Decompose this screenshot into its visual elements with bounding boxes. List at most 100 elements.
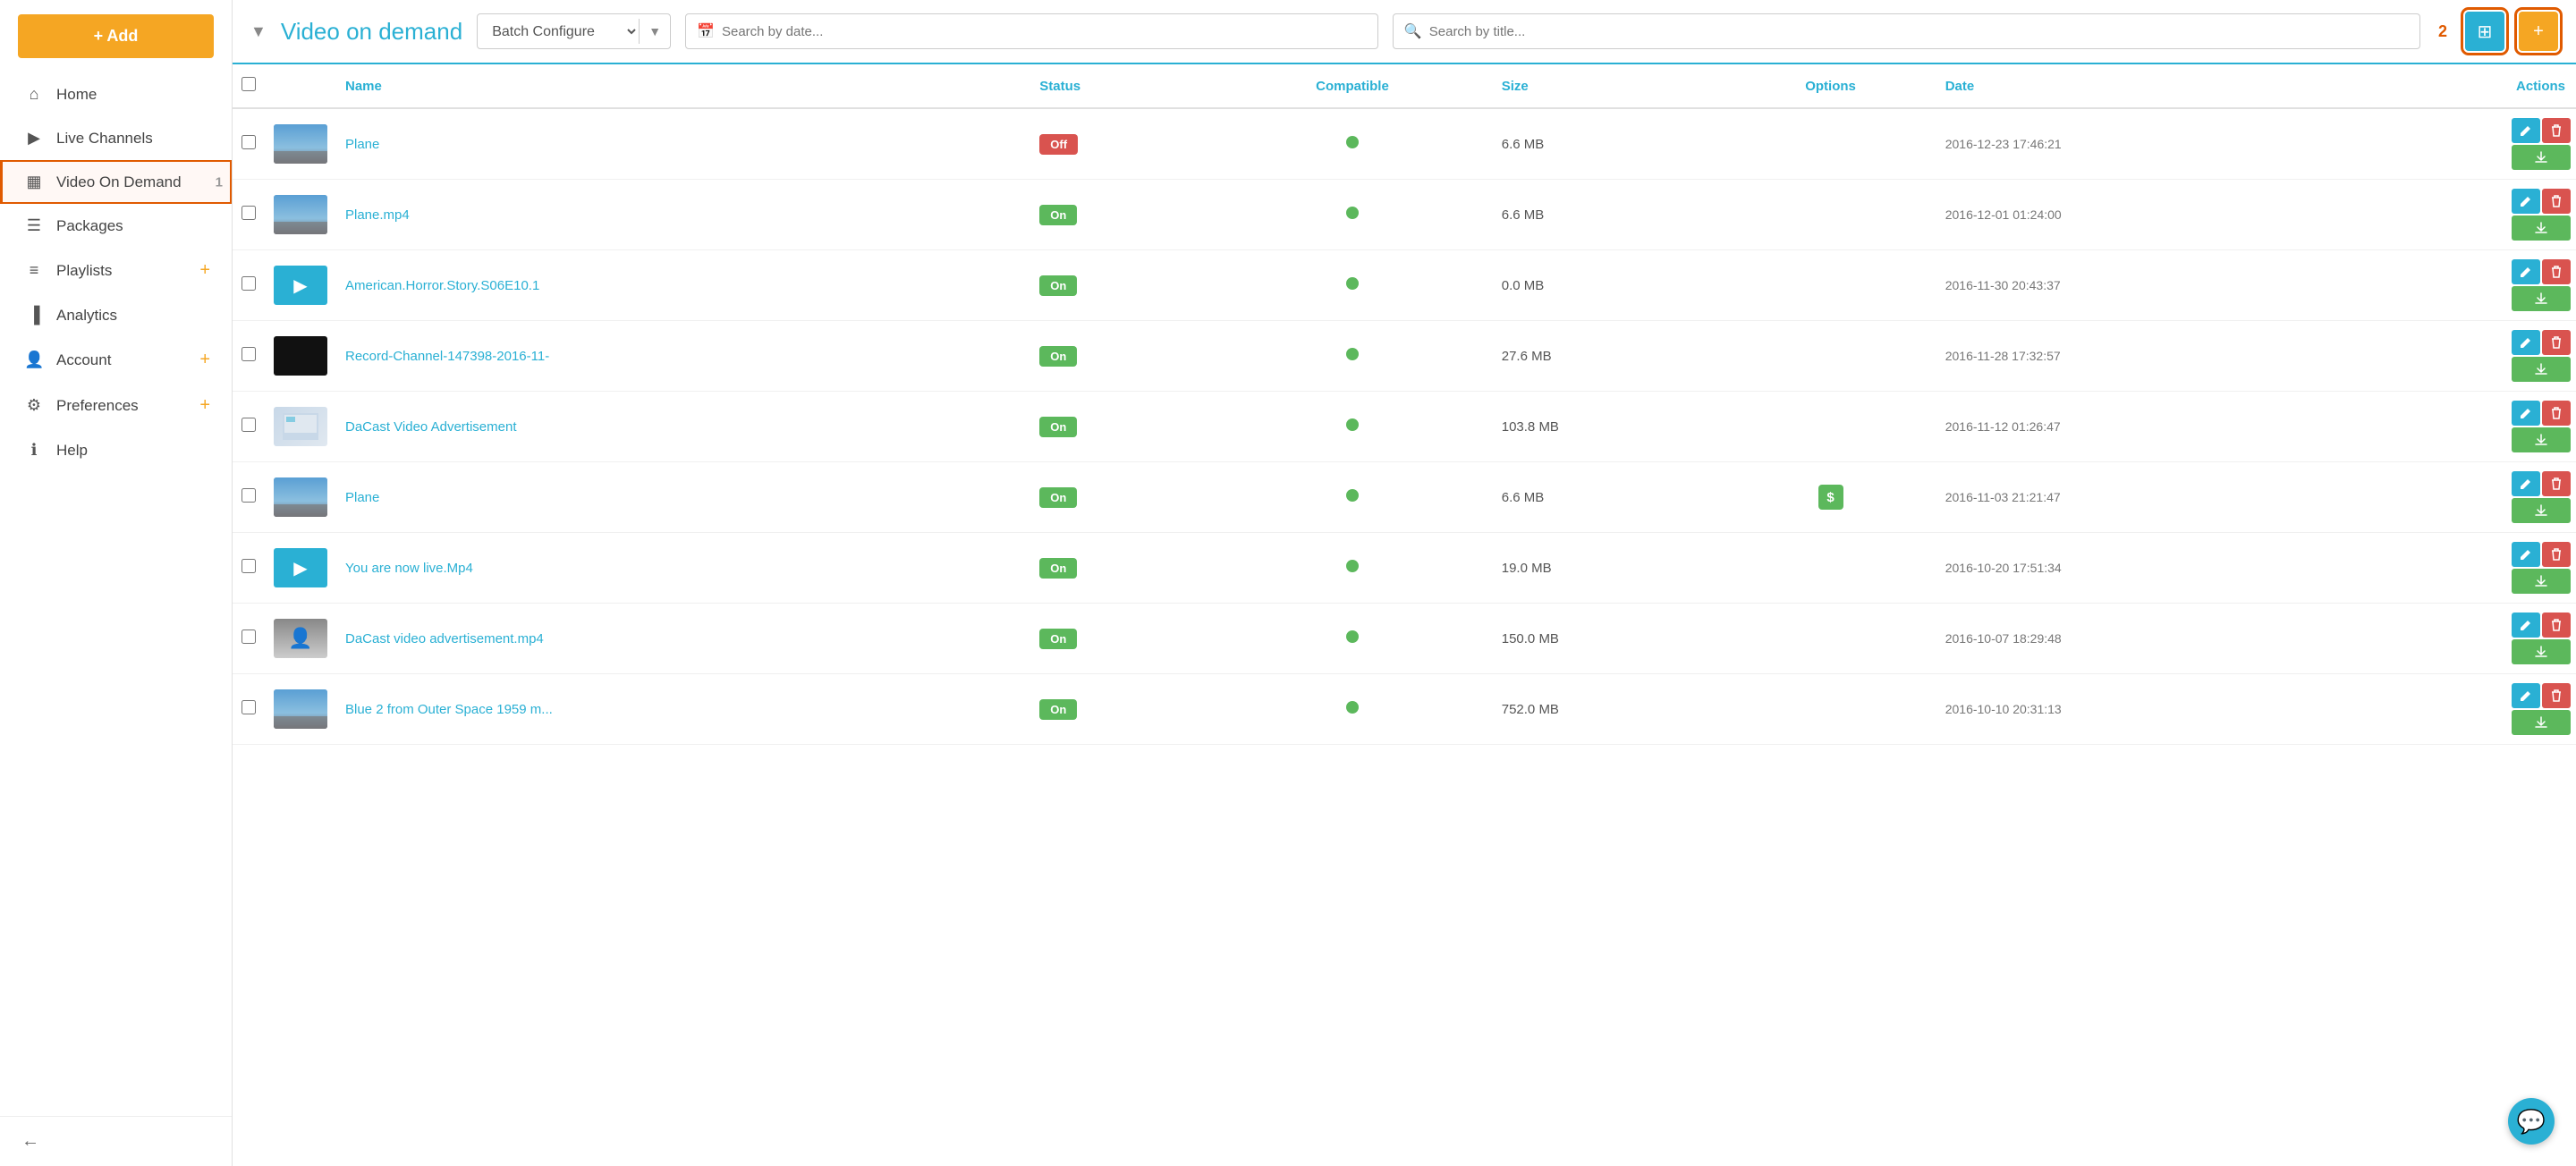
table-row: ▶American.Horror.Story.S06E10.1On0.0 MB2… xyxy=(233,250,2576,321)
row-checkbox[interactable] xyxy=(242,418,256,432)
row-checkbox[interactable] xyxy=(242,135,256,149)
title-search-input[interactable] xyxy=(1429,24,2409,39)
download-button[interactable] xyxy=(2512,498,2571,523)
select-all-checkbox[interactable] xyxy=(242,77,256,91)
col-status[interactable]: Status xyxy=(1030,64,1212,108)
upload-date: 2016-10-10 20:31:13 xyxy=(1936,674,2350,745)
title-search-wrap: 🔍 xyxy=(1393,13,2420,49)
grid-view-button[interactable]: ⊞ xyxy=(2465,12,2504,51)
batch-configure-wrapper: Batch Configure ▼ xyxy=(477,13,671,49)
compatible-indicator xyxy=(1346,701,1359,714)
delete-button[interactable] xyxy=(2542,118,2571,143)
delete-button[interactable] xyxy=(2542,613,2571,638)
edit-button[interactable] xyxy=(2512,330,2540,355)
col-name[interactable]: Name xyxy=(336,64,1030,108)
download-button[interactable] xyxy=(2512,639,2571,664)
video-name[interactable]: DaCast Video Advertisement xyxy=(345,419,517,435)
file-size: 6.6 MB xyxy=(1493,180,1725,250)
file-size: 150.0 MB xyxy=(1493,604,1725,674)
row-checkbox[interactable] xyxy=(242,206,256,220)
delete-button[interactable] xyxy=(2542,542,2571,567)
sidebar-item-home[interactable]: ⌂Home xyxy=(0,72,232,116)
add-video-button[interactable]: + xyxy=(2519,12,2558,51)
collapse-button[interactable]: ← xyxy=(21,1131,39,1152)
actions-cell xyxy=(2350,108,2576,180)
video-name[interactable]: Plane xyxy=(345,490,379,505)
video-name[interactable]: Blue 2 from Outer Space 1959 m... xyxy=(345,702,553,717)
sidebar-item-packages[interactable]: ☰Packages xyxy=(0,204,232,248)
row-checkbox[interactable] xyxy=(242,559,256,573)
video-name[interactable]: Record-Channel-147398-2016-11- xyxy=(345,349,549,364)
date-search-input[interactable] xyxy=(722,24,1367,39)
row-checkbox[interactable] xyxy=(242,276,256,291)
edit-button[interactable] xyxy=(2512,542,2540,567)
monetize-icon[interactable]: $ xyxy=(1818,485,1843,510)
delete-button[interactable] xyxy=(2542,683,2571,708)
batch-configure-select[interactable]: Batch Configure xyxy=(478,14,639,48)
playlists-expand-icon[interactable]: + xyxy=(199,260,210,281)
video-on-demand-label: Video On Demand xyxy=(56,173,210,191)
sidebar-item-help[interactable]: ℹHelp xyxy=(0,428,232,472)
sidebar-item-video-on-demand[interactable]: ▦Video On Demand1 xyxy=(0,160,232,204)
video-name[interactable]: You are now live.Mp4 xyxy=(345,561,473,576)
row-checkbox[interactable] xyxy=(242,347,256,361)
delete-button[interactable] xyxy=(2542,330,2571,355)
edit-button[interactable] xyxy=(2512,118,2540,143)
account-expand-icon[interactable]: + xyxy=(199,350,210,370)
sidebar-item-playlists[interactable]: ≡Playlists+ xyxy=(0,248,232,293)
download-button[interactable] xyxy=(2512,286,2571,311)
video-name[interactable]: Plane xyxy=(345,137,379,152)
download-button[interactable] xyxy=(2512,357,2571,382)
video-name[interactable]: DaCast video advertisement.mp4 xyxy=(345,631,544,646)
video-table-container: Name Status Compatible Size Options Date… xyxy=(233,64,2576,1166)
upload-date: 2016-11-03 21:21:47 xyxy=(1936,462,2350,533)
account-label: Account xyxy=(56,351,192,369)
compatible-indicator xyxy=(1346,560,1359,572)
home-icon: ⌂ xyxy=(24,85,44,104)
analytics-icon: ▐ xyxy=(24,306,44,325)
sidebar-item-live-channels[interactable]: ▶Live Channels xyxy=(0,116,232,160)
chevron-icon[interactable]: ▼ xyxy=(250,22,267,41)
chat-bubble[interactable]: 💬 xyxy=(2508,1098,2555,1145)
video-name[interactable]: American.Horror.Story.S06E10.1 xyxy=(345,278,539,293)
compatible-indicator xyxy=(1346,136,1359,148)
download-button[interactable] xyxy=(2512,427,2571,452)
table-body: PlaneOff6.6 MB2016-12-23 17:46:21Plane.m… xyxy=(233,108,2576,745)
edit-button[interactable] xyxy=(2512,259,2540,284)
delete-button[interactable] xyxy=(2542,471,2571,496)
download-button[interactable] xyxy=(2512,569,2571,594)
file-size: 752.0 MB xyxy=(1493,674,1725,745)
status-badge: On xyxy=(1039,346,1077,367)
video-name[interactable]: Plane.mp4 xyxy=(345,207,410,223)
upload-date: 2016-11-28 17:32:57 xyxy=(1936,321,2350,392)
edit-button[interactable] xyxy=(2512,683,2540,708)
actions-cell xyxy=(2350,321,2576,392)
edit-button[interactable] xyxy=(2512,471,2540,496)
delete-button[interactable] xyxy=(2542,259,2571,284)
add-button[interactable]: + Add xyxy=(18,14,214,58)
col-size[interactable]: Size xyxy=(1493,64,1725,108)
account-icon: 👤 xyxy=(24,351,44,369)
sidebar-item-analytics[interactable]: ▐Analytics xyxy=(0,293,232,337)
batch-configure-arrow-icon[interactable]: ▼ xyxy=(640,24,670,38)
delete-button[interactable] xyxy=(2542,401,2571,426)
row-checkbox[interactable] xyxy=(242,700,256,714)
delete-button[interactable] xyxy=(2542,189,2571,214)
edit-button[interactable] xyxy=(2512,401,2540,426)
download-button[interactable] xyxy=(2512,145,2571,170)
sidebar-nav: ⌂Home▶Live Channels▦Video On Demand1☰Pac… xyxy=(0,72,232,1116)
edit-button[interactable] xyxy=(2512,613,2540,638)
status-badge: On xyxy=(1039,205,1077,225)
download-button[interactable] xyxy=(2512,710,2571,735)
edit-button[interactable] xyxy=(2512,189,2540,214)
sidebar-item-preferences[interactable]: ⚙Preferences+ xyxy=(0,383,232,428)
download-button[interactable] xyxy=(2512,215,2571,241)
preferences-expand-icon[interactable]: + xyxy=(199,395,210,416)
sidebar-item-account[interactable]: 👤 Account + xyxy=(0,337,232,383)
options-cell xyxy=(1724,604,1936,674)
row-checkbox[interactable] xyxy=(242,488,256,503)
row-checkbox[interactable] xyxy=(242,629,256,644)
col-date[interactable]: Date xyxy=(1936,64,2350,108)
col-actions: Actions xyxy=(2350,64,2576,108)
sidebar: + Add ⌂Home▶Live Channels▦Video On Deman… xyxy=(0,0,233,1166)
